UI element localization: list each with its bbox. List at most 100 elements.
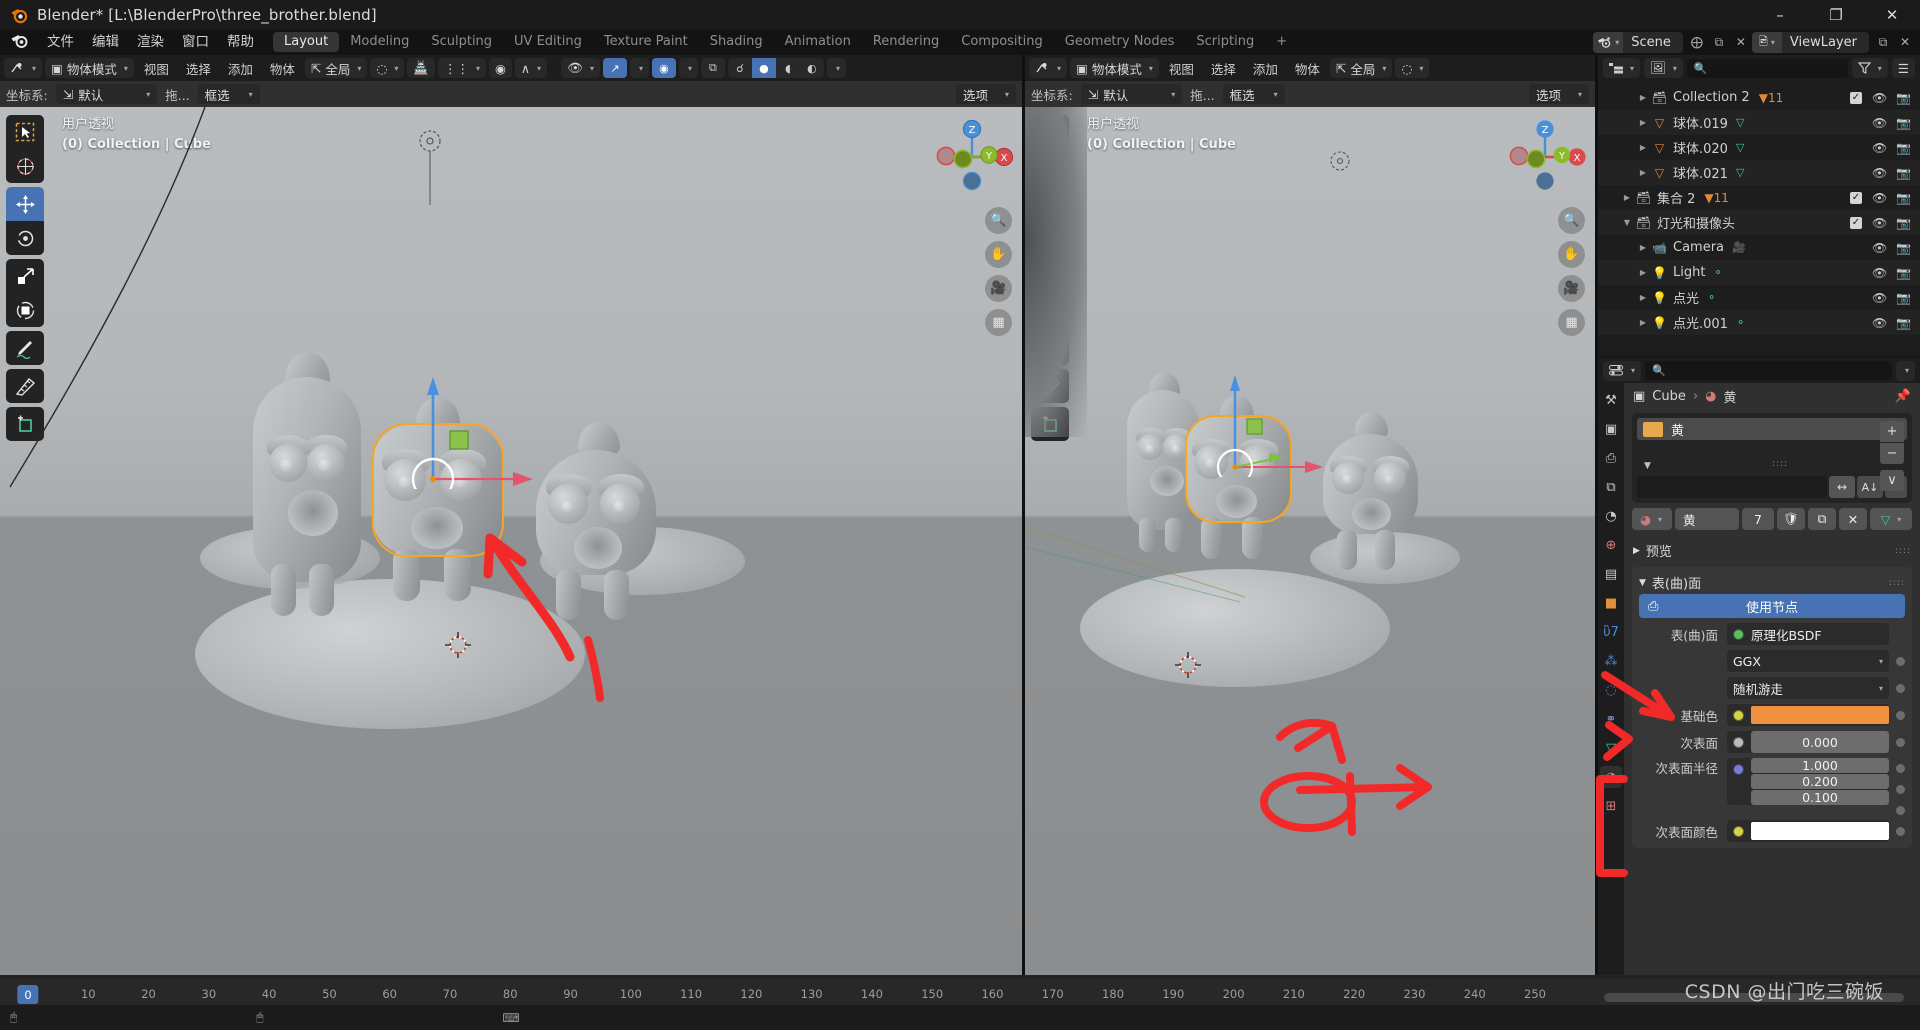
- unlink-x-icon[interactable]: ✕: [1839, 508, 1867, 530]
- copy-scene-icon[interactable]: ⧉: [1708, 32, 1730, 53]
- timeline-horizontal-scrollbar[interactable]: [1604, 993, 1904, 1002]
- world-tab[interactable]: ⊕: [1600, 534, 1622, 556]
- menu-render[interactable]: 渲染: [128, 29, 173, 55]
- remove-viewlayer-icon[interactable]: ✕: [1894, 32, 1916, 53]
- overlays-toggle[interactable]: ◉: [652, 58, 676, 78]
- expand-triangle-icon[interactable]: ▶: [1636, 168, 1650, 177]
- menu-window[interactable]: 窗口: [173, 29, 218, 55]
- hide-in-viewport-eye-icon[interactable]: 👁: [1872, 266, 1886, 280]
- camera-data-icon[interactable]: 🎥: [1732, 241, 1746, 254]
- surface-grip[interactable]: ::::: [1889, 578, 1905, 588]
- pin-icon[interactable]: 📌: [1895, 389, 1911, 404]
- material-slot-item[interactable]: 黄: [1637, 418, 1907, 440]
- camera-view-icon-right[interactable]: 🎥: [1558, 275, 1585, 302]
- outliner-row[interactable]: ▶▽球体.019▽👁📷: [1598, 110, 1920, 135]
- interaction-mode-selector-right[interactable]: ▣ 物体模式 ▾: [1070, 58, 1159, 78]
- disable-in-render-camera-icon[interactable]: 📷: [1896, 191, 1910, 205]
- visibility-selector[interactable]: 👁▾: [561, 58, 600, 78]
- add-workspace-button[interactable]: +: [1265, 32, 1298, 52]
- hide-in-viewport-eye-icon[interactable]: 👁: [1872, 191, 1886, 205]
- viewport-left-canvas[interactable]: 用户透视 (0) Collection | Cube: [0, 107, 1022, 975]
- coord-system-selector-right[interactable]: ⇲ 默认 ▾: [1081, 84, 1183, 104]
- outliner-display-mode-icon[interactable]: ▾: [1603, 58, 1640, 78]
- navigation-gizmo-right[interactable]: Z X Y: [1503, 115, 1587, 199]
- camera-view-icon[interactable]: 🎥: [985, 275, 1012, 302]
- ortho-persp-icon-right[interactable]: ▦: [1558, 309, 1585, 336]
- expand-triangle-icon[interactable]: ▶: [1636, 268, 1650, 277]
- xray-toggle[interactable]: ⧉: [701, 58, 725, 78]
- disable-in-render-camera-icon[interactable]: 📷: [1896, 141, 1910, 155]
- viewport-options-button[interactable]: 选项 ▾: [956, 84, 1016, 104]
- pivot-point-selector-right[interactable]: ◌▾: [1395, 58, 1429, 78]
- editor-type-button[interactable]: ▾: [4, 58, 42, 78]
- subsurface-radius-control[interactable]: 1.000 0.200 0.100: [1727, 758, 1889, 805]
- outliner-row[interactable]: ▼🗃灯光和摄像头✓👁📷: [1598, 210, 1920, 235]
- resize-handle-icon[interactable]: ↔: [1829, 476, 1855, 498]
- outliner-item-name[interactable]: 球体.021: [1673, 163, 1728, 182]
- hide-in-viewport-eye-icon[interactable]: 👁: [1872, 166, 1886, 180]
- breadcrumb-object[interactable]: Cube: [1652, 389, 1686, 404]
- material-tab[interactable]: ◕: [1600, 766, 1622, 788]
- preview-section-header[interactable]: ▶ 预览 ::::: [1624, 536, 1920, 565]
- outliner-filter-extra-icon[interactable]: ☰: [1892, 58, 1915, 78]
- subsurface-method-dropdown[interactable]: 随机游走 ▾: [1727, 677, 1889, 699]
- outliner-item-name[interactable]: 球体.019: [1673, 113, 1728, 132]
- base-color-control[interactable]: [1727, 704, 1889, 726]
- subsurface-radius-x[interactable]: 1.000: [1751, 758, 1889, 773]
- blender-file-icon[interactable]: 🖼▾: [1644, 58, 1683, 78]
- subsurface-radius-y[interactable]: 0.200: [1751, 774, 1889, 789]
- animate-property-dot-5[interactable]: [1896, 827, 1905, 836]
- outliner-item-name[interactable]: 灯光和摄像头: [1657, 213, 1735, 232]
- mesh-data-icon[interactable]: ▽: [1736, 166, 1744, 179]
- tab-geometry-nodes[interactable]: Geometry Nodes: [1054, 32, 1186, 52]
- menu-add[interactable]: 添加: [221, 59, 260, 78]
- scene-tab[interactable]: ◔: [1600, 505, 1622, 527]
- disable-in-render-camera-icon[interactable]: 📷: [1896, 266, 1910, 280]
- animate-property-dot[interactable]: [1896, 657, 1905, 666]
- shading-solid-button[interactable]: ●: [752, 58, 776, 78]
- outliner-row[interactable]: ▶▽球体.020▽👁📷: [1598, 135, 1920, 160]
- disable-in-render-camera-icon[interactable]: 📷: [1896, 91, 1910, 105]
- animate-property-dot-2[interactable]: [1896, 684, 1905, 693]
- proportional-edit-toggle[interactable]: ◉: [489, 58, 512, 78]
- surface-shader-selector[interactable]: 原理化BSDF: [1727, 623, 1889, 645]
- shading-settings[interactable]: ▾: [827, 58, 846, 78]
- modifier-tab[interactable]: ὒ7: [1600, 621, 1622, 643]
- character-right-right-vp[interactable]: [1317, 412, 1422, 577]
- subsurface-color-swatch[interactable]: [1751, 822, 1889, 840]
- navigation-gizmo[interactable]: Z X Y: [930, 115, 1014, 199]
- gizmo-toggle[interactable]: ↗: [603, 58, 627, 78]
- outliner-row[interactable]: ▶📹Camera🎥👁📷: [1598, 235, 1920, 260]
- subsurface-value[interactable]: 0.000: [1751, 731, 1889, 753]
- expand-triangle-icon[interactable]: ▶: [1636, 143, 1650, 152]
- menu-edit[interactable]: 编辑: [83, 29, 128, 55]
- collection-tab[interactable]: ▤: [1600, 563, 1622, 585]
- outliner-item-name[interactable]: Collection 2: [1673, 90, 1750, 105]
- viewport-right-canvas[interactable]: 用户透视 (0) Collection | Cube: [1025, 107, 1595, 975]
- outliner-row[interactable]: ▶💡点光⚬👁📷: [1598, 285, 1920, 310]
- tweak-select-tool[interactable]: [6, 115, 44, 149]
- outliner-item-name[interactable]: 点光: [1673, 288, 1699, 307]
- animate-radius-z-dot[interactable]: [1896, 806, 1905, 815]
- animate-radius-y-dot[interactable]: [1896, 785, 1905, 794]
- animate-property-dot-3[interactable]: [1896, 711, 1905, 720]
- outliner-item-name[interactable]: 点光.001: [1673, 313, 1728, 332]
- transform-orientation-selector[interactable]: ⇱ 全局 ▾: [305, 58, 368, 78]
- fake-user-shield-icon[interactable]: 🛡: [1777, 508, 1805, 530]
- tab-uv-editing[interactable]: UV Editing: [503, 32, 593, 52]
- outliner-item-name[interactable]: 集合 2: [1657, 188, 1695, 207]
- interaction-mode-selector[interactable]: ▣ 物体模式 ▾: [45, 58, 134, 78]
- character-right[interactable]: [530, 422, 660, 622]
- light-data-icon[interactable]: ⚬: [1707, 291, 1716, 304]
- disable-in-render-camera-icon[interactable]: 📷: [1896, 166, 1910, 180]
- new-viewlayer-icon[interactable]: ⧉: [1872, 32, 1894, 53]
- scene-name[interactable]: Scene: [1623, 32, 1683, 53]
- pivot-point-selector[interactable]: ◌▾: [370, 58, 404, 78]
- disable-in-render-camera-icon[interactable]: 📷: [1896, 116, 1910, 130]
- viewlayer-selector[interactable]: 🖻▾ ViewLayer: [1752, 32, 1869, 53]
- expand-triangle-icon[interactable]: ▶: [1636, 243, 1650, 252]
- tab-rendering[interactable]: Rendering: [862, 32, 950, 52]
- disable-in-render-camera-icon[interactable]: 📷: [1896, 241, 1910, 255]
- tab-compositing[interactable]: Compositing: [950, 32, 1054, 52]
- menu-object-right[interactable]: 物体: [1288, 59, 1327, 78]
